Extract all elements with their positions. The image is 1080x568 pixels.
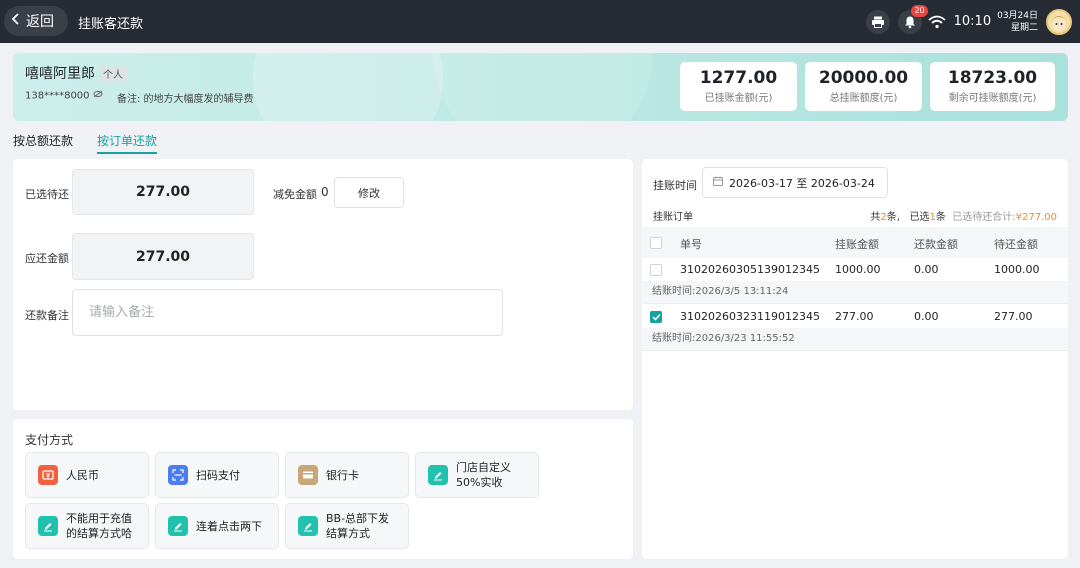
note-input[interactable]	[72, 289, 503, 336]
column-header: 挂账金额	[835, 238, 879, 251]
clock-weekday: 星期二	[1010, 22, 1038, 33]
payment-label: 扫码支付	[196, 468, 240, 482]
page-title: 挂账客还款	[78, 17, 144, 32]
tab-repay-by-order[interactable]: 按订单还款	[97, 132, 158, 154]
customer-name: 嘻嘻阿里郎	[25, 66, 95, 82]
payment-method-hq[interactable]: BB-总部下发 结算方式	[285, 503, 409, 549]
payment-label-line2: 的结算方式哈	[66, 527, 132, 540]
check-icon	[651, 313, 661, 321]
payment-method-non-recharge[interactable]: 不能用于充值 的结算方式哈	[25, 503, 149, 549]
order-checkout-time: 结账时间:2026/3/23 11:55:52	[642, 328, 1068, 350]
select-all-checkbox[interactable]	[650, 237, 662, 249]
date-range-label: 挂账时间	[653, 179, 697, 192]
edit-icon	[38, 516, 58, 536]
column-header: 还款金额	[914, 238, 958, 251]
payment-method-double-click[interactable]: 连着点击两下	[155, 503, 279, 549]
payment-panel: 支付方式 人民币 扫码支付 银行卡 门店自定义 50%实收 不能用于充值 的结算方式…	[13, 419, 633, 559]
order-number: 31020260323119012345	[680, 310, 820, 323]
printer-icon[interactable]	[865, 9, 890, 34]
bank-card-icon	[298, 465, 318, 485]
due-label: 应还金额	[25, 252, 69, 265]
notification-badge: 20	[911, 4, 928, 17]
wifi-icon	[928, 15, 946, 29]
payment-label-line1: 不能用于充值	[66, 512, 132, 525]
date-range-value: 2026-03-17 至 2026-03-24	[729, 176, 875, 190]
avatar[interactable]	[1046, 8, 1072, 35]
clock-time: 10:10	[953, 14, 992, 29]
bell-icon[interactable]: 20	[897, 4, 928, 34]
payment-label: 人民币	[66, 468, 99, 482]
selected-amount: 277.00	[72, 169, 254, 215]
payment-label-line2: 50%实收	[456, 476, 503, 489]
orders-summary: 共2条, 已选1条 已选待还合计:¥277.00	[870, 212, 1057, 223]
top-bar: 返回 挂账客还款 20 10:10 03月24日 星期二	[0, 0, 1080, 43]
repayment-form-panel: 已选待还 277.00 减免金额 0 修改 应还金额 277.00 还款备注	[13, 159, 633, 410]
column-header: 单号	[680, 238, 702, 251]
discount-value: 0	[321, 185, 329, 199]
orders-table-header: 单号 挂账金额 还款金额 待还金额	[642, 227, 1068, 258]
stat-label: 总挂账额度(元)	[829, 93, 898, 104]
note-label: 还款备注	[25, 309, 69, 322]
calendar-icon	[713, 176, 723, 189]
selected-label: 已选待还	[25, 188, 69, 201]
payment-label-line1: 门店自定义	[456, 461, 511, 474]
order-due: 277.00	[994, 310, 1033, 323]
edit-discount-button[interactable]: 修改	[334, 177, 404, 208]
discount-label: 减免金额	[273, 188, 317, 201]
back-label: 返回	[26, 14, 54, 30]
row-checkbox-checked[interactable]	[650, 311, 662, 323]
edit-icon	[428, 465, 448, 485]
column-header: 待还金额	[994, 238, 1038, 251]
order-amount: 277.00	[835, 310, 874, 323]
orders-panel: 挂账时间 2026-03-17 至 2026-03-24 挂账订单 共2条, 已…	[642, 159, 1068, 559]
payment-method-bank-card[interactable]: 银行卡	[285, 452, 409, 498]
stat-card-remaining-limit: 18723.00 剩余可挂账额度(元)	[930, 62, 1055, 111]
payment-method-custom-50[interactable]: 门店自定义 50%实收	[415, 452, 539, 498]
scan-icon	[168, 465, 188, 485]
edit-icon	[298, 516, 318, 536]
eye-off-icon[interactable]	[93, 90, 103, 101]
due-amount: 277.00	[72, 233, 254, 280]
edit-icon	[168, 516, 188, 536]
payment-method-cash[interactable]: 人民币	[25, 452, 149, 498]
stat-label: 剩余可挂账额度(元)	[948, 93, 1037, 104]
payment-title: 支付方式	[25, 433, 74, 447]
stat-card-billed: 1277.00 已挂账金额(元)	[680, 62, 797, 111]
order-checkout-time: 结账时间:2026/3/5 13:11:24	[642, 281, 1068, 303]
date-range-picker[interactable]: 2026-03-17 至 2026-03-24	[702, 167, 888, 198]
stat-card-total-limit: 20000.00 总挂账额度(元)	[805, 62, 922, 111]
stat-label: 已挂账金额(元)	[704, 93, 773, 104]
stat-value: 20000.00	[818, 68, 909, 88]
chevron-left-icon	[10, 12, 22, 30]
clock-date: 03月24日	[997, 10, 1038, 21]
order-paid: 0.00	[914, 263, 939, 276]
order-paid: 0.00	[914, 310, 939, 323]
customer-banner: 嘻嘻阿里郎 个人 138****8000 备注: 的地方大幅度发的辅导费 127…	[13, 53, 1068, 121]
customer-remark: 备注: 的地方大幅度发的辅导费	[117, 94, 254, 105]
back-button[interactable]: 返回	[4, 6, 68, 36]
payment-label: 连着点击两下	[196, 519, 262, 533]
order-due: 1000.00	[994, 263, 1040, 276]
order-number: 31020260305139012345	[680, 263, 820, 276]
tab-repay-by-total[interactable]: 按总额还款	[13, 132, 73, 149]
payment-method-scan[interactable]: 扫码支付	[155, 452, 279, 498]
customer-phone: 138****8000	[25, 90, 103, 102]
customer-type-tag: 个人	[99, 65, 127, 82]
stat-value: 1277.00	[699, 68, 778, 88]
payment-label-line1: BB-总部下发	[326, 512, 390, 525]
stat-value: 18723.00	[947, 68, 1038, 88]
orders-list-title: 挂账订单	[653, 212, 693, 223]
payment-label: 银行卡	[326, 468, 359, 482]
cash-icon	[38, 465, 58, 485]
payment-label-line2: 结算方式	[326, 527, 370, 540]
order-amount: 1000.00	[835, 263, 881, 276]
row-checkbox[interactable]	[650, 264, 662, 276]
